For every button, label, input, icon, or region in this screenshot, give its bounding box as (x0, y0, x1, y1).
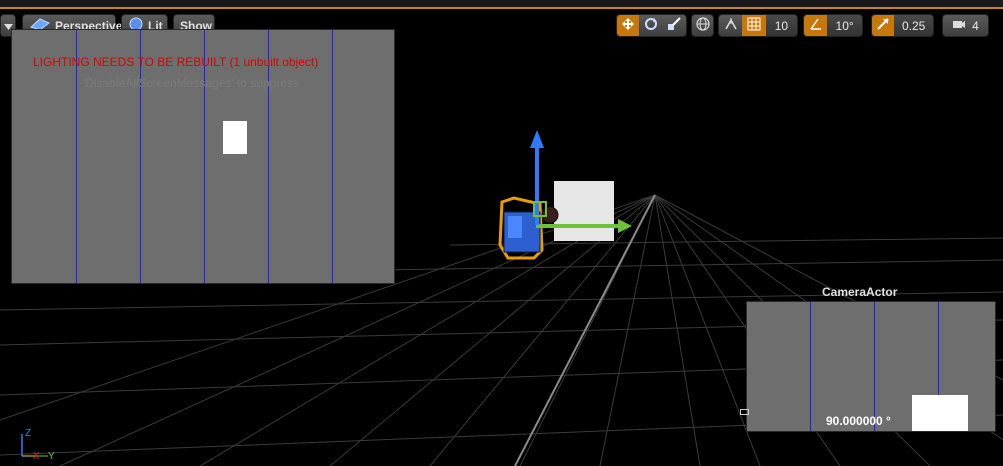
rotation-snap-group: 10° (803, 14, 863, 37)
scale-icon (667, 17, 682, 34)
preview-pin-icon[interactable] (740, 409, 749, 415)
preview-divider (394, 30, 395, 283)
camera-speed-value: 4 (972, 18, 979, 33)
preview-divider (332, 30, 333, 283)
white-cube-mesh (554, 181, 614, 241)
scale-mode-button[interactable] (662, 15, 686, 36)
grid-snap-group: 10 (718, 14, 798, 37)
scale-arrow-icon (876, 17, 890, 34)
axis-y-label: Y (48, 451, 55, 462)
move-arrows-icon (621, 17, 635, 34)
camera-lens-block (508, 216, 522, 238)
rotation-snap-toggle[interactable] (804, 15, 828, 36)
scale-snap-value[interactable]: 0.25 (894, 15, 933, 36)
camera-preview-title: CameraActor (822, 285, 898, 299)
axis-z-label: Z (25, 428, 32, 439)
preview-white-cube (223, 121, 247, 154)
grid-snap-value[interactable]: 10 (765, 15, 797, 36)
y-axis-arrowhead[interactable] (618, 219, 632, 233)
camera-speed-icon (952, 18, 966, 33)
camera-actor-gizmo[interactable] (490, 120, 640, 265)
camera-preview-panel (746, 301, 996, 432)
rotation-snap-value[interactable]: 10° (827, 15, 862, 36)
suppress-hint: 'DisableAllScreenMessages' to suppress (83, 76, 300, 90)
fov-readout: 90.000000 ° (826, 414, 891, 428)
lighting-warning: LIGHTING NEEDS TO BE REBUILT (1 unbuilt … (33, 55, 319, 69)
camera-preview-divider (810, 302, 811, 431)
transform-mode-group (616, 14, 687, 37)
camera-speed-segment: 4 (943, 15, 988, 36)
surface-snap-button[interactable] (719, 15, 743, 36)
camera-preview-cube (912, 395, 968, 431)
globe-icon (695, 17, 710, 34)
camera-preview-divider (874, 302, 875, 431)
coordinate-system-button[interactable] (691, 14, 714, 37)
world-coords-segment (692, 15, 713, 36)
scale-snap-toggle[interactable] (872, 15, 895, 36)
z-axis-arrowhead[interactable] (530, 130, 544, 148)
translate-mode-button[interactable] (617, 15, 640, 36)
grid-icon (747, 17, 761, 34)
axis-x-label: X (33, 451, 40, 462)
grid-snap-toggle[interactable] (742, 15, 766, 36)
scale-snap-group: 0.25 (871, 14, 934, 37)
angle-icon (809, 17, 823, 34)
rotate-icon (644, 17, 658, 34)
camera-speed-group[interactable]: 4 (942, 14, 989, 37)
surface-snap-icon (724, 17, 738, 34)
rotate-mode-button[interactable] (639, 15, 663, 36)
